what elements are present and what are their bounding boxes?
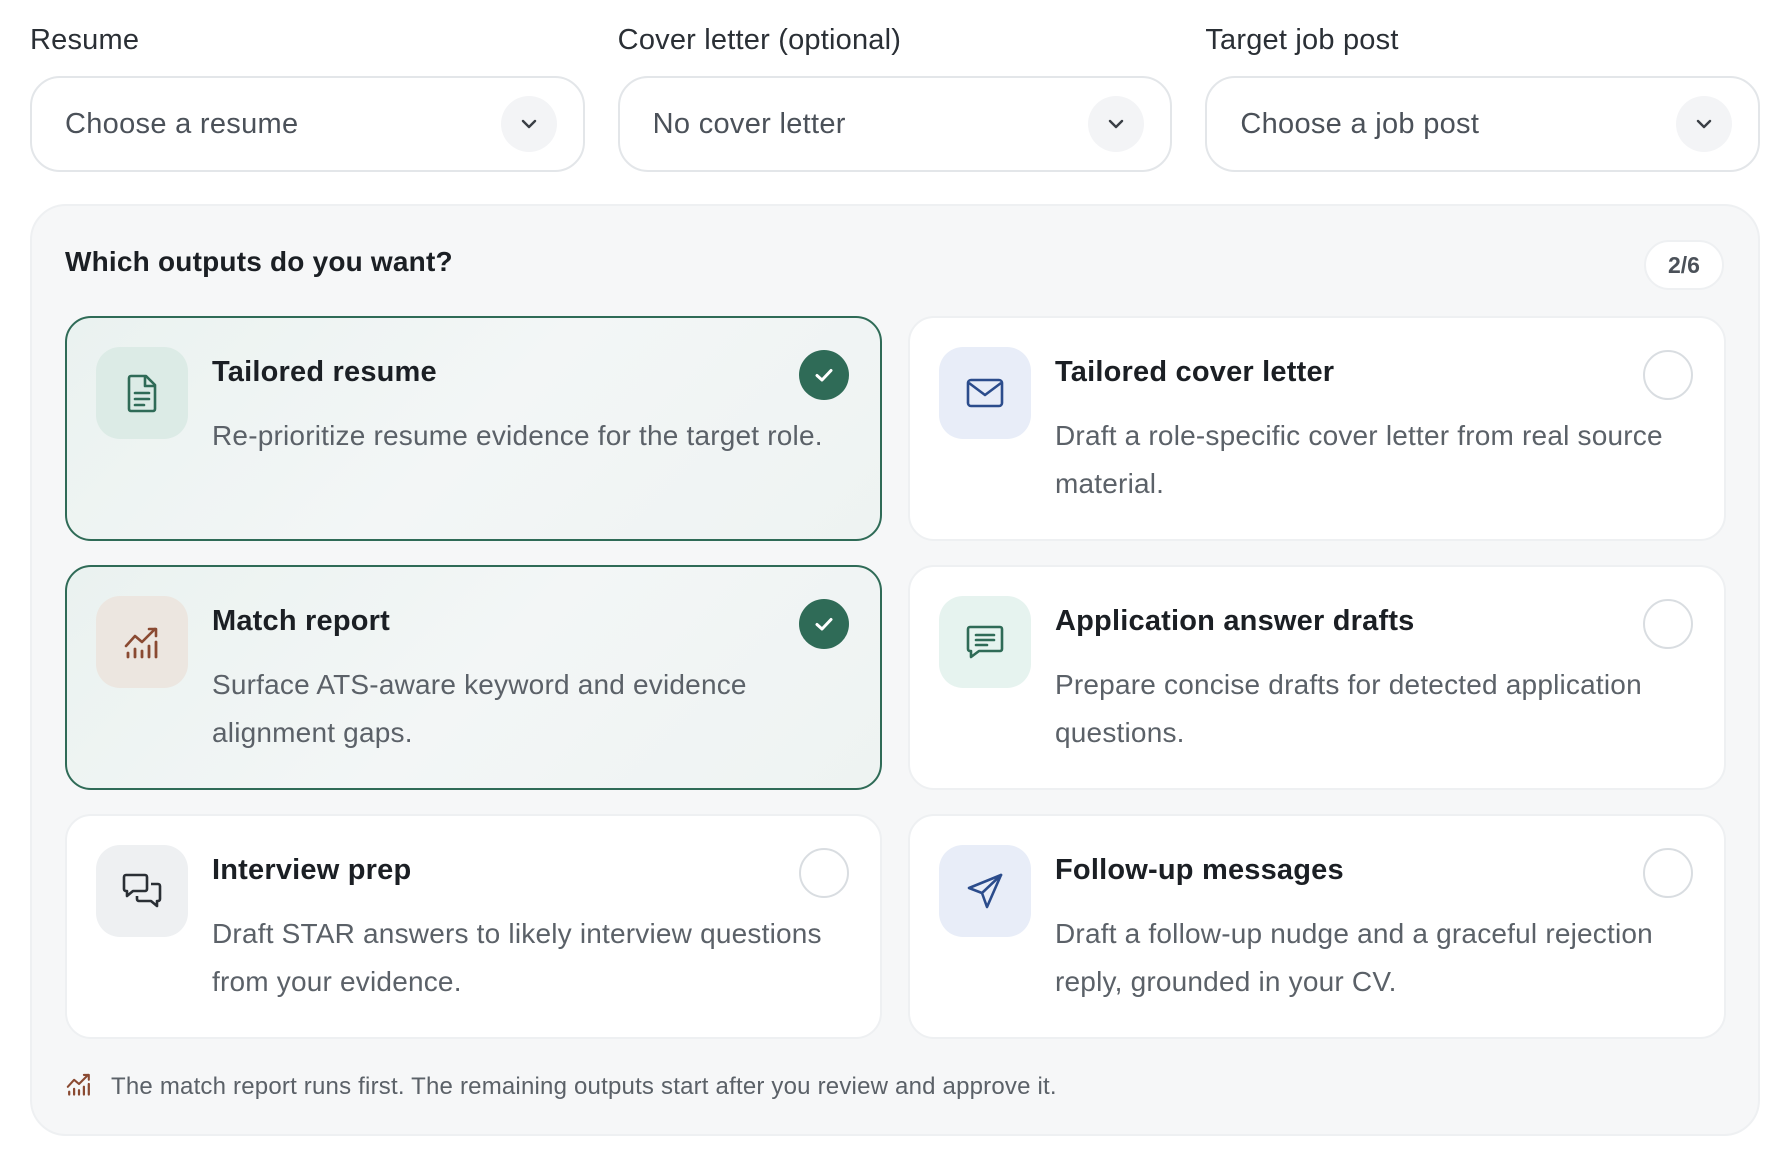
output-card-interview-prep[interactable]: Interview prep Draft STAR answers to lik…	[65, 814, 882, 1039]
output-card-follow-up-messages[interactable]: Follow-up messages Draft a follow-up nud…	[908, 814, 1726, 1039]
unchecked-circle-icon[interactable]	[799, 848, 849, 898]
outputs-panel: Which outputs do you want? 2/6 Tailored …	[30, 204, 1760, 1136]
cover-letter-dropdown-value: No cover letter	[652, 107, 846, 140]
card-title: Tailored cover letter	[1055, 356, 1335, 388]
job-post-selector: Target job post Choose a job post	[1205, 22, 1761, 172]
chevron-down-icon	[500, 96, 557, 152]
footnote-text: The match report runs first. The remaini…	[111, 1072, 1057, 1100]
card-description: Draft STAR answers to likely interview q…	[212, 918, 822, 997]
cover-letter-dropdown[interactable]: No cover letter	[617, 76, 1173, 172]
output-card-match-report[interactable]: Match report Surface ATS-aware keyword a…	[65, 565, 882, 790]
chart-icon	[65, 1071, 93, 1102]
job-post-dropdown-value: Choose a job post	[1240, 107, 1480, 140]
job-post-dropdown[interactable]: Choose a job post	[1205, 76, 1761, 172]
card-description: Draft a follow-up nudge and a graceful r…	[1055, 918, 1653, 997]
envelope-icon	[939, 347, 1031, 439]
job-post-label: Target job post	[1205, 24, 1399, 56]
resume-dropdown[interactable]: Choose a resume	[30, 76, 585, 172]
chevron-down-icon	[1676, 96, 1733, 152]
resume-dropdown-value: Choose a resume	[65, 107, 299, 140]
source-selectors: Resume Choose a resume Cover letter (opt…	[30, 22, 1761, 172]
resume-selector: Resume Choose a resume	[30, 22, 585, 172]
unchecked-circle-icon[interactable]	[1643, 350, 1693, 400]
checkmark-icon[interactable]	[799, 599, 849, 649]
document-icon	[96, 347, 188, 439]
list-message-icon	[939, 596, 1031, 688]
card-title: Application answer drafts	[1055, 605, 1415, 637]
output-card-application-answer-drafts[interactable]: Application answer drafts Prepare concis…	[908, 565, 1726, 790]
output-card-tailored-resume[interactable]: Tailored resume Re-prioritize resume evi…	[65, 316, 882, 541]
output-cards: Tailored resume Re-prioritize resume evi…	[65, 316, 1726, 1039]
unchecked-circle-icon[interactable]	[1643, 599, 1693, 649]
send-icon	[939, 845, 1031, 937]
card-title: Follow-up messages	[1055, 854, 1344, 886]
card-description: Draft a role-specific cover letter from …	[1055, 420, 1663, 499]
unchecked-circle-icon[interactable]	[1643, 848, 1693, 898]
chevron-down-icon	[1088, 96, 1145, 152]
checkmark-icon[interactable]	[799, 350, 849, 400]
selected-count-badge: 2/6	[1644, 240, 1724, 290]
outputs-title: Which outputs do you want?	[65, 246, 453, 277]
output-card-tailored-cover-letter[interactable]: Tailored cover letter Draft a role-speci…	[908, 316, 1726, 541]
resume-label: Resume	[30, 24, 140, 56]
card-title: Match report	[212, 605, 391, 637]
cover-letter-label: Cover letter (optional)	[617, 24, 902, 56]
footnote: The match report runs first. The remaini…	[65, 1071, 1057, 1102]
chart-icon	[96, 596, 188, 688]
card-description: Surface ATS-aware keyword and evidence a…	[212, 669, 747, 748]
card-title: Tailored resume	[212, 356, 437, 388]
card-description: Prepare concise drafts for detected appl…	[1055, 669, 1642, 748]
chat-bubbles-icon	[96, 845, 188, 937]
card-title: Interview prep	[212, 854, 412, 886]
cover-letter-selector: Cover letter (optional) No cover letter	[617, 22, 1173, 172]
card-description: Re-prioritize resume evidence for the ta…	[212, 420, 823, 451]
